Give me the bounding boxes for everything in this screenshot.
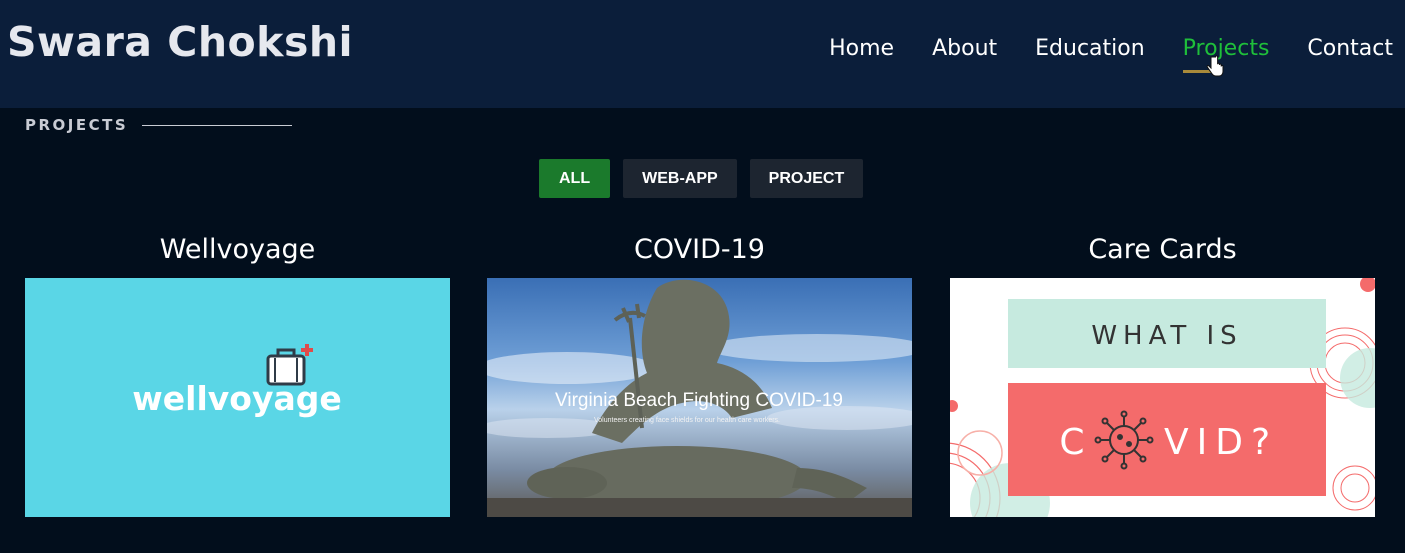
nav-home[interactable]: Home bbox=[829, 36, 894, 61]
neptune-statue-photo: Virginia Beach Fighting COVID-19 Volunte… bbox=[487, 279, 912, 517]
nav-about[interactable]: About bbox=[932, 36, 997, 61]
card-title: Wellvoyage bbox=[159, 234, 316, 265]
project-card-care-cards[interactable]: Care Cards WHAT IS C VID? bbox=[950, 230, 1375, 517]
site-header: Swara Chokshi Home About Education Proje… bbox=[0, 0, 1405, 108]
nav-projects[interactable]: Projects bbox=[1182, 36, 1269, 73]
project-card-covid-19[interactable]: COVID-19 Virginia Beach Fighting COVID-1… bbox=[487, 230, 912, 517]
card-title: COVID-19 bbox=[634, 234, 765, 265]
card-title: Care Cards bbox=[1088, 234, 1237, 265]
filter-web-app-button[interactable]: WEB-APP bbox=[623, 159, 737, 198]
nav-contact[interactable]: Contact bbox=[1307, 36, 1393, 61]
filter-all-button[interactable]: ALL bbox=[539, 159, 611, 198]
covid-image-headline: Virginia Beach Fighting COVID-19 bbox=[555, 390, 843, 411]
covid-text-right: VID? bbox=[1164, 422, 1278, 463]
section-divider bbox=[142, 124, 293, 126]
covid-image-subtext: Volunteers creating face shields for our… bbox=[594, 417, 780, 424]
wellvoyage-image[interactable]: wellvoyage bbox=[25, 278, 450, 517]
filter-project-button[interactable]: PROJECT bbox=[749, 159, 864, 198]
project-filters: ALL WEB-APP PROJECT bbox=[539, 159, 864, 198]
what-is-text: WHAT IS bbox=[1091, 321, 1242, 351]
covid-19-image[interactable]: Virginia Beach Fighting COVID-19 Volunte… bbox=[487, 278, 912, 517]
section-heading: PROJECTS bbox=[25, 116, 293, 134]
covid-text-left: C bbox=[1059, 422, 1084, 463]
section-title: PROJECTS bbox=[25, 116, 129, 134]
project-card-wellvoyage[interactable]: Wellvoyage wellvoyage bbox=[25, 230, 450, 517]
site-brand[interactable]: Swara Chokshi bbox=[7, 18, 353, 66]
care-cards-image[interactable]: WHAT IS C VID? bbox=[950, 278, 1375, 517]
wellvoyage-logo: wellvoyage bbox=[132, 344, 342, 418]
wellvoyage-logo-text: wellvoyage bbox=[132, 379, 341, 418]
nav-education[interactable]: Education bbox=[1035, 36, 1145, 61]
hand-cursor-icon bbox=[1206, 55, 1224, 77]
main-nav: Home About Education Projects Contact bbox=[829, 36, 1393, 73]
what-is-covid-graphic: WHAT IS C VID? bbox=[950, 278, 1375, 517]
